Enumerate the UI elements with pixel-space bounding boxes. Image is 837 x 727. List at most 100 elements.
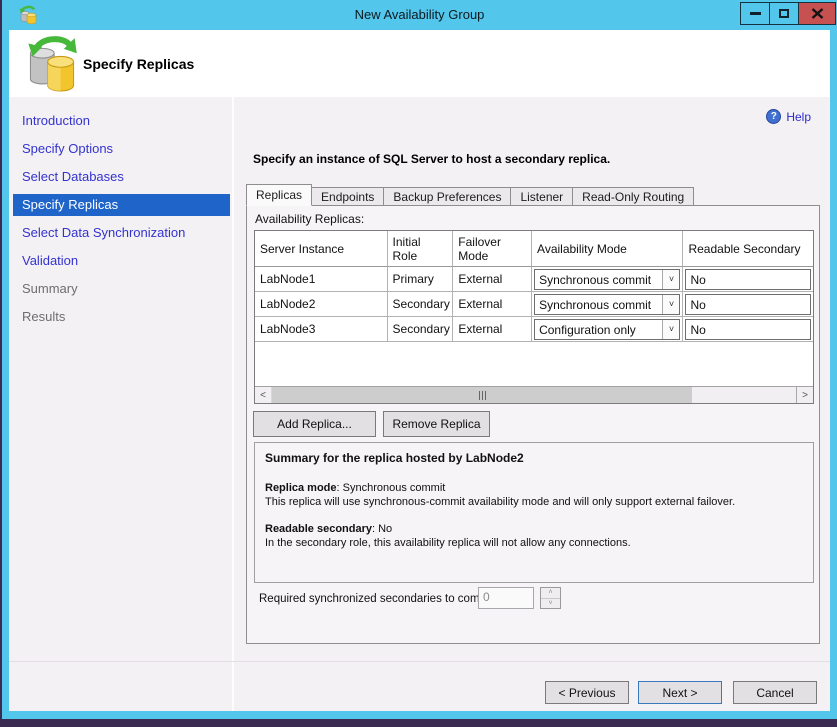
wizard-footer: < Previous Next > Cancel [9, 661, 830, 711]
column-header-availability-mode[interactable]: Availability Mode [532, 231, 683, 267]
table-row[interactable]: LabNode1 Primary External Synchronous co… [255, 267, 813, 292]
sidebar-item-select-data-synchronization[interactable]: Select Data Synchronization [13, 222, 230, 244]
tab-read-only-routing[interactable]: Read-Only Routing [573, 187, 694, 206]
tab-listener[interactable]: Listener [511, 187, 573, 206]
cell-failover-mode: External [453, 317, 532, 342]
page-title: Specify Replicas [83, 56, 194, 72]
sidebar-item-validation[interactable]: Validation [13, 250, 230, 272]
cell-server-instance[interactable]: LabNode3 [255, 317, 388, 342]
maximize-button[interactable] [769, 2, 799, 25]
tab-endpoints[interactable]: Endpoints [312, 187, 384, 206]
cell-availability-mode: Synchronous commit ˅ [532, 292, 683, 317]
minimize-button[interactable] [740, 2, 770, 25]
help-link[interactable]: ? Help [766, 109, 811, 124]
sidebar-item-results: Results [13, 306, 230, 328]
readable-secondary-dropdown[interactable]: No [685, 294, 811, 315]
scrollbar-grip [485, 391, 486, 400]
cell-availability-mode: Configuration only ˅ [532, 317, 683, 342]
availability-replicas-grid: Server Instance Initial Role Failover Mo… [254, 230, 814, 404]
help-icon: ? [766, 109, 781, 124]
help-label: Help [786, 110, 811, 124]
sidebar-item-introduction[interactable]: Introduction [13, 110, 230, 132]
readable-secondary-dropdown[interactable]: No [685, 319, 811, 340]
chevron-down-icon[interactable]: ˅ [662, 320, 679, 339]
column-header-initial-role[interactable]: Initial Role [388, 231, 454, 267]
cancel-button[interactable]: Cancel [733, 681, 817, 704]
availability-replicas-label: Availability Replicas: [255, 212, 364, 226]
remove-replica-button[interactable]: Remove Replica [383, 411, 490, 437]
readable-secondary-label: Readable secondary [265, 523, 372, 535]
sidebar-item-specify-replicas[interactable]: Specify Replicas [13, 194, 230, 216]
add-replica-button[interactable]: Add Replica... [253, 411, 376, 437]
wizard-header: Specify Replicas [9, 30, 830, 97]
previous-button[interactable]: < Previous [545, 681, 629, 704]
chevron-down-icon[interactable]: ˅ [662, 295, 679, 314]
sidebar-item-specify-options[interactable]: Specify Options [13, 138, 230, 160]
dropdown-value: Synchronous commit [535, 295, 662, 314]
cell-server-instance[interactable]: LabNode1 [255, 267, 388, 292]
cell-failover-mode: External [453, 267, 532, 292]
wizard-window: New Availability Group Specify Replicas [2, 0, 837, 719]
dropdown-value: Configuration only [535, 320, 662, 339]
column-header-readable-secondary[interactable]: Readable Secondary [683, 231, 813, 267]
sidebar-item-summary: Summary [13, 278, 230, 300]
scroll-left-icon[interactable]: < [255, 387, 272, 403]
replica-mode-label: Replica mode [265, 482, 337, 494]
scrollbar-grip [479, 391, 480, 400]
readable-secondary-value: : No [372, 523, 392, 535]
cell-initial-role: Secondary [388, 317, 454, 342]
table-row[interactable]: LabNode3 Secondary External Configuratio… [255, 317, 813, 342]
chevron-down-icon[interactable]: ˅ [662, 270, 679, 289]
cell-failover-mode: External [453, 292, 532, 317]
scrollbar-grip [482, 391, 483, 400]
next-button[interactable]: Next > [638, 681, 722, 704]
summary-title: Summary for the replica hosted by LabNod… [265, 451, 803, 465]
readable-secondary-description: In the secondary role, this availability… [265, 536, 803, 550]
scroll-right-icon[interactable]: > [796, 387, 813, 403]
cell-server-instance[interactable]: LabNode2 [255, 292, 388, 317]
readable-secondary-dropdown[interactable]: No [685, 269, 811, 290]
spinner-up-icon[interactable]: ˄ [541, 588, 560, 599]
cell-initial-role: Secondary [388, 292, 454, 317]
wizard-steps-sidebar: Introduction Specify Options Select Data… [9, 97, 232, 661]
table-row[interactable]: LabNode2 Secondary External Synchronous … [255, 292, 813, 317]
spinner-down-icon[interactable]: ˅ [541, 599, 560, 609]
column-header-failover-mode[interactable]: Failover Mode [453, 231, 532, 267]
horizontal-scrollbar[interactable]: < > [255, 386, 813, 403]
close-button[interactable] [798, 2, 836, 25]
tab-strip: Replicas Endpoints Backup Preferences Li… [246, 186, 694, 206]
availability-mode-dropdown[interactable]: Configuration only ˅ [534, 319, 680, 340]
required-secondaries-label: Required synchronized secondaries to com… [259, 590, 495, 608]
replica-mode-line: Replica mode: Synchronous commit [265, 481, 803, 495]
dropdown-value: Synchronous commit [535, 270, 662, 289]
database-sync-icon-large [27, 36, 77, 92]
required-secondaries-stepper: ˄ ˅ [540, 587, 561, 609]
replica-mode-value: : Synchronous commit [337, 482, 446, 494]
cell-readable-secondary: No [683, 292, 813, 317]
cell-initial-role: Primary [388, 267, 454, 292]
maximize-icon [779, 9, 789, 18]
required-secondaries-input[interactable]: 0 [478, 587, 534, 609]
scrollbar-thumb[interactable] [272, 387, 692, 403]
title-bar[interactable]: New Availability Group [2, 0, 837, 30]
availability-mode-dropdown[interactable]: Synchronous commit ˅ [534, 269, 680, 290]
availability-mode-dropdown[interactable]: Synchronous commit ˅ [534, 294, 680, 315]
replica-mode-description: This replica will use synchronous-commit… [265, 495, 803, 509]
replica-summary-box: Summary for the replica hosted by LabNod… [254, 442, 814, 583]
close-icon [811, 8, 824, 19]
window-title: New Availability Group [2, 0, 837, 30]
cell-readable-secondary: No [683, 267, 813, 292]
column-header-server-instance[interactable]: Server Instance [255, 231, 388, 267]
cell-readable-secondary: No [683, 317, 813, 342]
grid-header-row: Server Instance Initial Role Failover Mo… [255, 231, 813, 267]
replicas-tab-page: Availability Replicas: Server Instance I… [246, 205, 820, 644]
tab-replicas[interactable]: Replicas [246, 184, 312, 206]
minimize-icon [750, 12, 761, 15]
readable-secondary-line: Readable secondary: No [265, 522, 803, 536]
window-body: Specify Replicas Introduction Specify Op… [9, 30, 830, 711]
cell-availability-mode: Synchronous commit ˅ [532, 267, 683, 292]
wizard-content: ? Help Specify an instance of SQL Server… [234, 97, 830, 661]
sidebar-item-select-databases[interactable]: Select Databases [13, 166, 230, 188]
instruction-text: Specify an instance of SQL Server to hos… [253, 152, 610, 166]
tab-backup-preferences[interactable]: Backup Preferences [384, 187, 511, 206]
